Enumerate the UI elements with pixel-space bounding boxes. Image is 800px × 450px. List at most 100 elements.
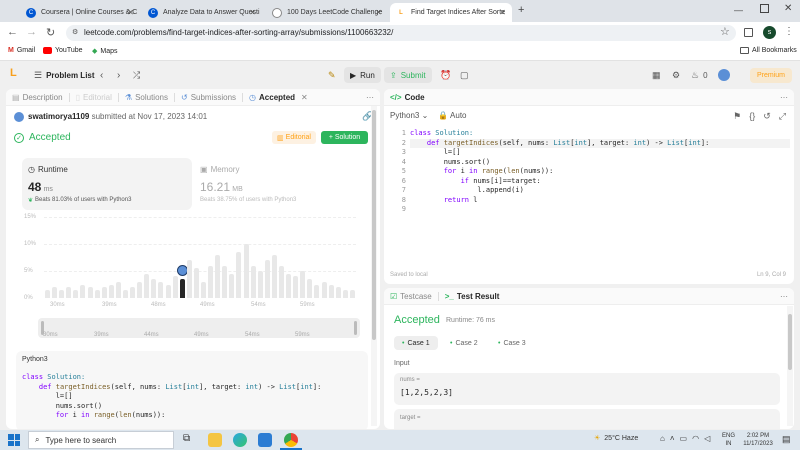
- language-indicator[interactable]: ENG IN: [722, 432, 735, 448]
- chart-bar[interactable]: [342, 289, 348, 298]
- chart-bar[interactable]: [52, 287, 58, 298]
- chart-bar[interactable]: [94, 289, 100, 298]
- left-panel-scrollbar[interactable]: [371, 106, 377, 426]
- close-tab-icon[interactable]: ✕: [375, 8, 382, 17]
- chevron-up-icon[interactable]: ˄: [670, 434, 675, 443]
- chart-bar[interactable]: [215, 254, 221, 298]
- chart-bar[interactable]: [328, 284, 334, 298]
- bookmark-star-icon[interactable]: ☆: [720, 25, 730, 38]
- chart-bar[interactable]: [66, 287, 72, 298]
- user-avatar[interactable]: [718, 69, 730, 81]
- chart-bar[interactable]: [208, 265, 214, 298]
- mail-icon[interactable]: [258, 433, 272, 447]
- tab-editorial[interactable]: ▯ Editorial: [76, 93, 112, 102]
- code-area[interactable]: class Solution: def targetIndices(self, …: [410, 129, 790, 215]
- username-link[interactable]: swatimorya1109: [28, 112, 89, 121]
- task-view-icon[interactable]: ⧉: [183, 433, 190, 444]
- chart-bar[interactable]: [158, 281, 164, 298]
- scrollbar-thumb[interactable]: [788, 314, 792, 370]
- chart-bar[interactable]: [137, 281, 143, 298]
- chart-bar[interactable]: [279, 265, 284, 298]
- bookmark-icon[interactable]: ⚑: [733, 111, 741, 122]
- chart-bar[interactable]: [115, 281, 121, 298]
- problem-list-button[interactable]: ☰ Problem List: [34, 67, 95, 83]
- chart-bar[interactable]: [257, 271, 263, 298]
- chrome-icon[interactable]: [284, 433, 298, 447]
- chart-bar[interactable]: [186, 260, 192, 298]
- close-tab-icon[interactable]: ✕: [499, 8, 506, 17]
- tab-code[interactable]: </> Code: [390, 93, 425, 102]
- chart-bar[interactable]: [229, 273, 235, 298]
- more-icon[interactable]: ⋯: [366, 93, 374, 102]
- forward-icon[interactable]: →: [26, 26, 37, 38]
- chart-bar[interactable]: [293, 276, 299, 298]
- chart-bar[interactable]: [144, 273, 150, 298]
- chart-bar[interactable]: [222, 265, 228, 298]
- chart-bar[interactable]: [101, 287, 107, 298]
- case-3-tab[interactable]: • Case 3: [494, 336, 530, 350]
- bookmark-youtube[interactable]: YouTube: [43, 47, 83, 54]
- tab-submissions[interactable]: ↺ Submissions: [181, 93, 236, 102]
- bookmark-maps[interactable]: ◆ Maps: [92, 47, 118, 56]
- chart-bar[interactable]: [151, 279, 157, 298]
- edge-icon[interactable]: [233, 433, 247, 447]
- format-braces-icon[interactable]: {}: [749, 111, 755, 122]
- close-tab-icon[interactable]: ✕: [249, 8, 256, 17]
- streak-counter[interactable]: ♨ 0: [691, 67, 708, 83]
- chart-bar[interactable]: [45, 289, 50, 298]
- tab-solutions[interactable]: ⚗ Solutions: [125, 93, 168, 102]
- scrollbar-thumb[interactable]: [372, 110, 376, 340]
- chart-bar-highlight[interactable]: [179, 279, 185, 298]
- editorial-button[interactable]: ▥ Editorial: [272, 131, 316, 144]
- bookmark-gmail[interactable]: M Gmail: [8, 47, 35, 54]
- battery-icon[interactable]: ▭: [680, 434, 688, 443]
- chart-bar[interactable]: [108, 284, 114, 298]
- chart-bar[interactable]: [314, 284, 320, 298]
- chart-bar[interactable]: [300, 271, 306, 298]
- solution-button[interactable]: + Solution: [321, 131, 368, 144]
- browser-tab-analyze[interactable]: C Analyze Data to Answer Questi ✕: [142, 3, 262, 22]
- tab-testcase[interactable]: ☑ Testcase: [390, 292, 432, 301]
- reload-icon[interactable]: ↻: [46, 26, 55, 39]
- submit-button[interactable]: ⇪ Submit: [384, 67, 432, 83]
- next-problem-icon[interactable]: ›: [117, 67, 120, 83]
- chart-bar[interactable]: [286, 273, 292, 298]
- browser-tab-100days[interactable]: 100 Days LeetCode Challenge ✕: [266, 3, 388, 22]
- chart-bar[interactable]: [264, 260, 270, 298]
- chart-bar[interactable]: [59, 289, 65, 298]
- notes-icon[interactable]: ▢: [460, 67, 469, 83]
- more-icon[interactable]: ⋯: [780, 93, 788, 102]
- chart-bar[interactable]: [271, 254, 277, 298]
- more-icon[interactable]: ⋯: [780, 292, 788, 301]
- settings-icon[interactable]: ⚙: [672, 67, 680, 83]
- tab-description[interactable]: ▤ Description: [12, 93, 63, 102]
- close-window-icon[interactable]: ✕: [784, 3, 792, 14]
- reset-icon[interactable]: ↺: [763, 111, 771, 122]
- weather-widget[interactable]: ☀ 25°C Haze: [594, 434, 638, 443]
- minimize-window-icon[interactable]: —: [734, 5, 743, 15]
- run-button[interactable]: ▶ Run: [344, 67, 381, 83]
- url-field[interactable]: ⚙ leetcode.com/problems/find-target-indi…: [66, 25, 736, 41]
- fullscreen-icon[interactable]: ⤢: [779, 111, 786, 122]
- timer-icon[interactable]: ⏰: [440, 67, 451, 83]
- browser-tab-leetcode[interactable]: L Find Target Indices After Sorte ✕: [390, 3, 512, 22]
- language-select[interactable]: Python3 ⌄: [390, 111, 428, 120]
- notifications-icon[interactable]: ▤: [782, 434, 791, 445]
- volume-icon[interactable]: ◁: [704, 434, 710, 443]
- debug-icon[interactable]: ✎: [328, 67, 336, 83]
- chart-bar[interactable]: [172, 276, 178, 298]
- layout-icon[interactable]: ▦: [652, 67, 661, 83]
- test-panel-scrollbar[interactable]: [787, 306, 793, 426]
- network-icon[interactable]: ⌂: [660, 434, 665, 443]
- chart-bar[interactable]: [250, 265, 256, 298]
- all-bookmarks[interactable]: All Bookmarks: [740, 47, 797, 54]
- range-slider[interactable]: 30ms 39ms 44ms 49ms 54ms 59ms: [38, 318, 360, 338]
- windows-start-icon[interactable]: [8, 434, 20, 446]
- chart-bar[interactable]: [165, 284, 171, 298]
- taskbar-search[interactable]: ⌕ Type here to search: [28, 431, 174, 449]
- maximize-window-icon[interactable]: [760, 4, 769, 13]
- chart-bar[interactable]: [80, 284, 86, 298]
- shuffle-icon[interactable]: ⤮: [133, 67, 140, 83]
- site-info-icon[interactable]: ⚙: [72, 25, 78, 41]
- file-explorer-icon[interactable]: [208, 433, 222, 447]
